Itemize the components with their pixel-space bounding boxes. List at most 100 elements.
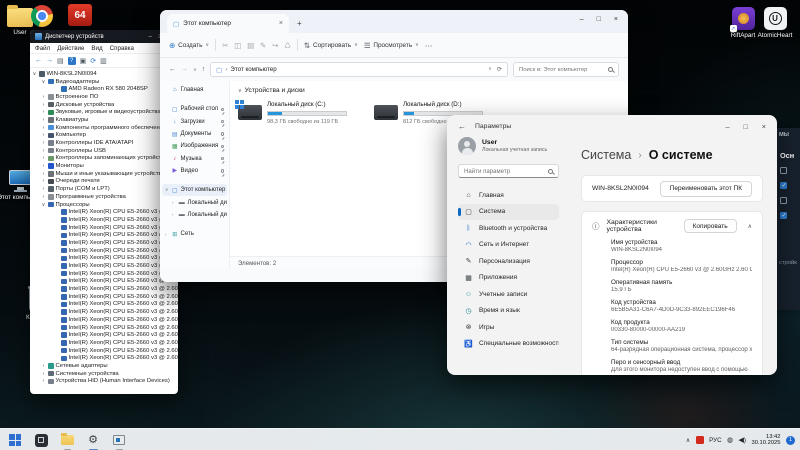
properties-icon[interactable]: ▣ [80, 57, 87, 65]
up-icon[interactable]: ↑ [202, 66, 206, 73]
sidebar-item[interactable]: ▦ Изображения [162, 140, 227, 152]
maximize-icon[interactable]: □ [597, 16, 601, 23]
sidebar-item[interactable]: › ▬ Локальный диск (D:) [162, 209, 227, 221]
device-tree-node[interactable]: Intel(R) Xeon(R) CPU E5-2660 v3 @ 2.60GH… [30, 316, 178, 324]
paste-icon[interactable]: ▤ [247, 41, 254, 50]
tree-twisty-icon[interactable]: › [41, 125, 46, 131]
checkbox[interactable] [780, 212, 787, 219]
device-tree-node[interactable]: › Контроллеры IDE ATA/ATAPI [30, 139, 178, 147]
device-tree-node[interactable]: ∨ Процессоры [30, 201, 178, 209]
collapse-chevron-icon[interactable]: ∧ [748, 223, 752, 230]
menu-item[interactable]: Вид [91, 45, 102, 52]
tree-twisty-icon[interactable]: ∨ [41, 202, 46, 208]
device-tree-node[interactable]: Intel(R) Xeon(R) CPU E5-2660 v3 @ 2.60GH… [30, 324, 178, 332]
device-tree-node[interactable]: Intel(R) Xeon(R) CPU E5-2660 v3 @ 2.60GH… [30, 293, 178, 301]
tree-twisty-icon[interactable]: › [41, 363, 46, 369]
tree-twisty-icon[interactable]: › [165, 232, 169, 237]
tree-twisty-icon[interactable]: › [41, 148, 46, 154]
new-button[interactable]: ⊕ Создать ∨ [169, 41, 209, 50]
device-tree-node[interactable]: Intel(R) Xeon(R) CPU E5-2660 v3 @ 2.60GH… [30, 285, 178, 293]
refresh-icon[interactable]: ⟳ [497, 66, 502, 73]
tree-twisty-icon[interactable]: › [41, 186, 46, 192]
search-input[interactable]: Поиск в: Этот компьютер [513, 62, 619, 77]
start-button[interactable] [7, 432, 23, 448]
menu-item[interactable]: Справка [110, 45, 134, 52]
back-icon[interactable]: ← [169, 66, 176, 73]
device-tree-node[interactable]: Intel(R) Xeon(R) CPU E5-2660 v3 @ 2.60GH… [30, 255, 178, 263]
close-icon[interactable]: × [762, 122, 766, 131]
more-options-icon[interactable]: ⋯ [425, 41, 432, 50]
device-tree-node[interactable]: › Встроенное ПО [30, 93, 178, 101]
breadcrumb-parent[interactable]: Система [581, 148, 631, 162]
explorer-tab[interactable]: ▢ Этот компьютер × [167, 14, 289, 33]
device-tree-node[interactable]: › Контроллеры запоминающих устройств [30, 155, 178, 163]
notification-badge[interactable]: 1 [786, 436, 795, 445]
device-tree-node[interactable]: Intel(R) Xeon(R) CPU E5-2660 v3 @ 2.60GH… [30, 308, 178, 316]
aida64-tray-icon[interactable] [696, 436, 704, 444]
device-tree-node[interactable]: › Контроллеры USB [30, 147, 178, 155]
minimize-icon[interactable]: – [725, 122, 729, 131]
volume-icon[interactable]: ◀) [738, 436, 746, 444]
tree-twisty-icon[interactable]: › [41, 94, 46, 100]
sort-button[interactable]: ⇅ Сортировать ∨ [304, 41, 358, 50]
settings-nav-item[interactable]: ▢ Система [458, 204, 559, 221]
cut-icon[interactable]: ✂ [222, 41, 228, 50]
tree-twisty-icon[interactable]: › [41, 371, 46, 377]
menu-item[interactable]: Файл [35, 45, 50, 52]
desktop-icon-atomic-heart[interactable]: U AtomicHeart [751, 7, 799, 39]
settings-nav-item[interactable]: ᛒ Bluetooth и устройства [458, 220, 559, 237]
new-tab-icon[interactable]: + [297, 19, 302, 28]
device-tree-node[interactable]: › Программные устройства [30, 193, 178, 201]
device-tree-node[interactable]: Intel(R) Xeon(R) CPU E5-2660 v3 @ 2.60GH… [30, 216, 178, 224]
device-tree-node[interactable]: Intel(R) Xeon(R) CPU E5-2660 v3 @ 2.60GH… [30, 224, 178, 232]
list-view-icon[interactable]: ▤ [57, 57, 64, 65]
taskbar-settings[interactable]: ⚙ [85, 432, 101, 448]
drive-tile[interactable]: Локальный диск (C:) 98,3 ГБ свободно из … [238, 101, 350, 125]
language-indicator[interactable]: РУС [709, 437, 721, 444]
device-tree-node[interactable]: AMD Radeon RX 580 2048SP [30, 85, 178, 93]
close-icon[interactable]: × [614, 16, 618, 23]
tree-twisty-icon[interactable]: › [41, 378, 46, 384]
desktop-icon-chrome[interactable] [27, 5, 57, 27]
forward-icon[interactable]: → [181, 66, 188, 73]
clock[interactable]: 13:42 30.10.2025 [751, 434, 780, 447]
tree-twisty-icon[interactable]: › [41, 102, 46, 108]
rename-icon[interactable]: ✎ [260, 41, 266, 50]
sidebar-item[interactable]: ⌂ Главная [162, 84, 227, 96]
network-icon[interactable]: ◍ [727, 436, 733, 444]
tree-twisty-icon[interactable]: ∨ [32, 71, 37, 77]
close-tab-icon[interactable]: × [279, 20, 283, 27]
tree-twisty-icon[interactable]: › [41, 163, 46, 169]
device-tree-node[interactable]: › Порты (COM и LPT) [30, 185, 178, 193]
device-tree-node[interactable]: › Сетевые адаптеры [30, 362, 178, 370]
checkbox[interactable] [780, 197, 787, 204]
device-tree-node[interactable]: Intel(R) Xeon(R) CPU E5-2660 v3 @ 2.60GH… [30, 354, 178, 362]
device-tree-node[interactable]: Intel(R) Xeon(R) CPU E5-2660 v3 @ 2.60GH… [30, 301, 178, 309]
device-tree-node[interactable]: Intel(R) Xeon(R) CPU E5-2660 v3 @ 2.60GH… [30, 247, 178, 255]
device-manager-titlebar[interactable]: Диспетчер устройств – □ × [30, 30, 178, 43]
device-tree-node[interactable]: › Системные устройства [30, 370, 178, 378]
section-header[interactable]: ∨ Устройства и диски [238, 87, 628, 94]
device-tree-node[interactable]: ∨ WIN-8KSL2N0I094 [30, 70, 178, 78]
taskbar-file-explorer[interactable] [59, 432, 75, 448]
settings-nav-item[interactable]: ◠ Сеть и Интернет [458, 237, 559, 254]
task-view-button[interactable] [33, 432, 49, 448]
settings-nav-item[interactable]: ⌂ Главная [458, 187, 559, 204]
sidebar-item[interactable]: ♪ Музыка [162, 152, 227, 164]
device-tree-node[interactable]: › Клавиатуры [30, 116, 178, 124]
tree-twisty-icon[interactable]: › [41, 194, 46, 200]
tree-twisty-icon[interactable]: › [41, 171, 46, 177]
settings-nav-item[interactable]: ⊗ Игры [458, 319, 559, 336]
rename-pc-button[interactable]: Переименовать этот ПК [660, 181, 752, 197]
checkbox[interactable] [780, 167, 787, 174]
device-tree-node[interactable]: Intel(R) Xeon(R) CPU E5-2660 v3 @ 2.60GH… [30, 278, 178, 286]
sidebar-item[interactable]: ▤ Документы [162, 128, 227, 140]
device-specs-header[interactable]: ⓘ Характеристики устройства Копировать ∧ [592, 219, 752, 233]
device-tree-node[interactable]: Intel(R) Xeon(R) CPU E5-2660 v3 @ 2.60GH… [30, 231, 178, 239]
tree-twisty-icon[interactable]: › [41, 109, 46, 115]
device-tree-node[interactable]: Intel(R) Xeon(R) CPU E5-2660 v3 @ 2.60GH… [30, 270, 178, 278]
device-tree-node[interactable]: › Очереди печати [30, 178, 178, 186]
share-icon[interactable]: ↪ [272, 41, 278, 50]
device-tree-node[interactable]: Intel(R) Xeon(R) CPU E5-2660 v3 @ 2.60GH… [30, 331, 178, 339]
device-tree-node[interactable]: › Устройства HID (Human Interface Device… [30, 378, 178, 386]
